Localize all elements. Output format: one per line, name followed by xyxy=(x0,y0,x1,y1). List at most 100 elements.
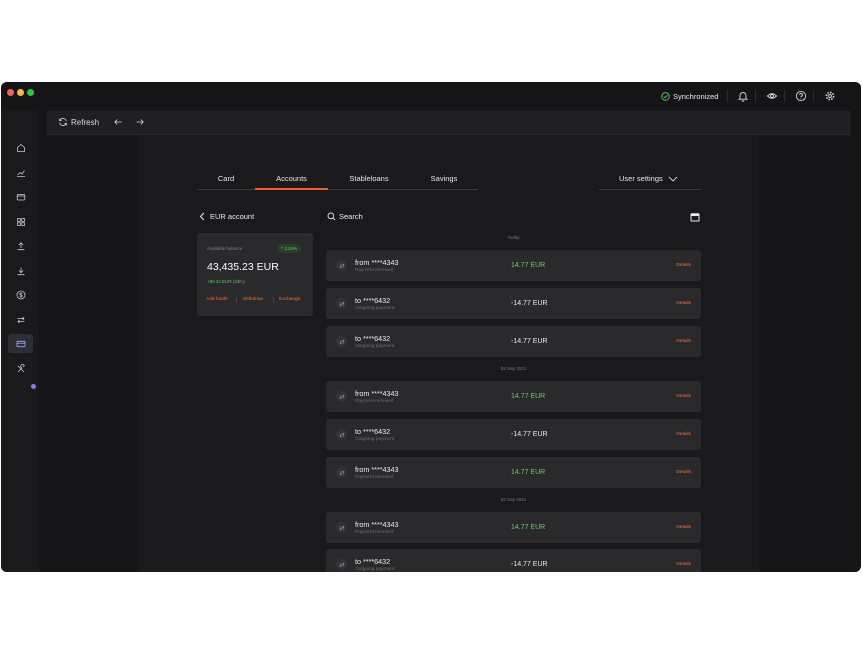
transaction-subtitle: Payment received xyxy=(355,530,394,535)
sidebar-item-transfers[interactable] xyxy=(8,310,33,329)
transaction-row[interactable]: to ****6432 Outgoing payment -14.77 EUR … xyxy=(326,549,701,572)
search-label: Search xyxy=(339,212,363,221)
transaction-row[interactable]: to ****6432 Outgoing payment -14.77 EUR … xyxy=(326,326,701,357)
transaction-title: from ****4343 xyxy=(355,389,399,398)
sidebar-item-wallet[interactable] xyxy=(8,187,33,206)
refresh-button[interactable]: Refresh xyxy=(58,117,99,127)
tab-card[interactable]: Card xyxy=(197,168,255,190)
details-link[interactable]: Details xyxy=(676,301,691,306)
transaction-title: to ****6432 xyxy=(355,334,391,343)
notification-dot xyxy=(31,384,36,389)
transaction-amount: 14.77 EUR xyxy=(511,262,546,269)
upload-icon xyxy=(17,241,24,250)
settings-icon[interactable] xyxy=(824,90,836,102)
transaction-title: to ****6432 xyxy=(355,296,391,305)
check-circle-icon xyxy=(661,92,670,101)
account-back-link[interactable]: EUR account xyxy=(199,212,254,221)
details-link[interactable]: Details xyxy=(676,394,691,399)
balance-label: Available balance xyxy=(207,246,243,251)
withdraw-button[interactable]: Withdraw xyxy=(243,297,263,302)
minimize-window-button[interactable] xyxy=(17,89,24,96)
balance-amount: 43,435.23 EUR xyxy=(207,261,279,273)
sidebar-item-tools[interactable] xyxy=(8,359,33,378)
details-link[interactable]: Details xyxy=(676,339,691,344)
zoom-window-button[interactable] xyxy=(27,89,34,96)
transaction-subtitle: Outgoing payment xyxy=(355,306,395,311)
titlebar-divider xyxy=(813,90,814,102)
transaction-amount: -14.77 EUR xyxy=(511,431,548,438)
sidebar-item-send[interactable] xyxy=(8,236,33,255)
details-link[interactable]: Details xyxy=(676,562,691,567)
transaction-title: from ****4343 xyxy=(355,465,399,474)
transaction-amount: 14.77 EUR xyxy=(511,469,546,476)
sidebar-item-home[interactable] xyxy=(8,138,33,157)
user-settings-underline xyxy=(599,189,701,190)
date-label: 02 Sep 2021 xyxy=(500,366,527,371)
help-icon[interactable] xyxy=(795,90,807,102)
tab-savings[interactable]: Savings xyxy=(410,168,478,190)
back-arrow-icon[interactable] xyxy=(113,117,123,127)
exchange-button[interactable]: Exchange xyxy=(279,297,300,302)
transfer-icon xyxy=(336,522,347,533)
calendar-icon[interactable] xyxy=(690,212,700,222)
download-icon xyxy=(17,267,24,275)
chevron-left-icon xyxy=(199,212,205,221)
transfer-icon xyxy=(336,260,347,271)
transaction-amount: 14.77 EUR xyxy=(511,393,546,400)
forward-arrow-icon[interactable] xyxy=(135,117,145,127)
details-link[interactable]: Details xyxy=(676,525,691,530)
sidebar-item-analytics[interactable] xyxy=(8,163,33,182)
close-window-button[interactable] xyxy=(7,89,14,96)
sync-label: Synchronized xyxy=(673,92,719,101)
transfer-icon xyxy=(336,559,347,570)
toolbar: Refresh xyxy=(47,111,851,135)
title-bar: Synchronized xyxy=(1,82,861,111)
titlebar-divider xyxy=(755,90,756,102)
transaction-row[interactable]: from ****4343 Payment received 14.77 EUR… xyxy=(326,457,701,488)
balance-24h-change: +80.34 EUR (24h.) xyxy=(207,279,245,284)
transfer-icon xyxy=(336,391,347,402)
sidebar-item-dashboard[interactable] xyxy=(8,212,33,231)
grid-icon xyxy=(16,217,25,226)
dollar-icon xyxy=(16,290,25,299)
transaction-row[interactable]: to ****6432 Outgoing payment -14.77 EUR … xyxy=(326,288,701,319)
date-label: Today xyxy=(507,235,520,240)
search-button[interactable]: Search xyxy=(327,212,363,221)
sidebar-item-receive[interactable] xyxy=(8,261,33,280)
user-settings-dropdown[interactable]: User settings xyxy=(619,174,678,183)
action-divider xyxy=(236,297,237,303)
transaction-subtitle: Payment received xyxy=(355,475,394,480)
details-link[interactable]: Details xyxy=(676,263,691,268)
account-title: EUR account xyxy=(210,212,255,221)
titlebar-divider xyxy=(727,90,728,102)
details-link[interactable]: Details xyxy=(676,470,691,475)
bell-icon[interactable] xyxy=(737,90,749,102)
transaction-title: to ****6432 xyxy=(355,557,391,566)
tab-stableloans[interactable]: Stableloans xyxy=(328,168,410,190)
sync-status: Synchronized xyxy=(661,92,718,101)
transaction-row[interactable]: from ****4343 Payment received 14.77 EUR… xyxy=(326,250,701,281)
clipped-row-viewport: to ****6432 Outgoing payment -14.77 EUR … xyxy=(326,549,701,572)
transaction-amount: -14.77 EUR xyxy=(511,561,548,568)
transaction-subtitle: Payment received xyxy=(355,399,394,404)
transaction-row[interactable]: to ****6432 Outgoing payment -14.77 EUR … xyxy=(326,419,701,450)
sidebar-item-payments[interactable] xyxy=(8,285,33,304)
transaction-subtitle: Outgoing payment xyxy=(355,344,395,349)
transaction-amount: 14.77 EUR xyxy=(511,524,546,531)
eye-icon[interactable] xyxy=(766,90,778,102)
transfer-icon xyxy=(336,467,347,478)
wallet-icon xyxy=(16,193,25,200)
chevron-down-icon xyxy=(668,176,678,182)
transfer-icon xyxy=(16,316,25,323)
details-link[interactable]: Details xyxy=(676,432,691,437)
action-divider xyxy=(273,297,274,303)
transfer-icon xyxy=(336,298,347,309)
transaction-row[interactable]: from ****4343 Payment received 14.77 EUR… xyxy=(326,381,701,412)
tab-accounts[interactable]: Accounts xyxy=(255,168,328,190)
sidebar-item-cards[interactable] xyxy=(8,334,33,353)
transaction-row[interactable]: from ****4343 Payment received 14.77 EUR… xyxy=(326,512,701,543)
transaction-title: from ****4343 xyxy=(355,520,399,529)
balance-card: Available balance ^ 2.24% 43,435.23 EUR … xyxy=(197,233,313,316)
add-funds-button[interactable]: Add funds xyxy=(206,297,228,302)
transaction-subtitle: Outgoing payment xyxy=(355,437,395,442)
